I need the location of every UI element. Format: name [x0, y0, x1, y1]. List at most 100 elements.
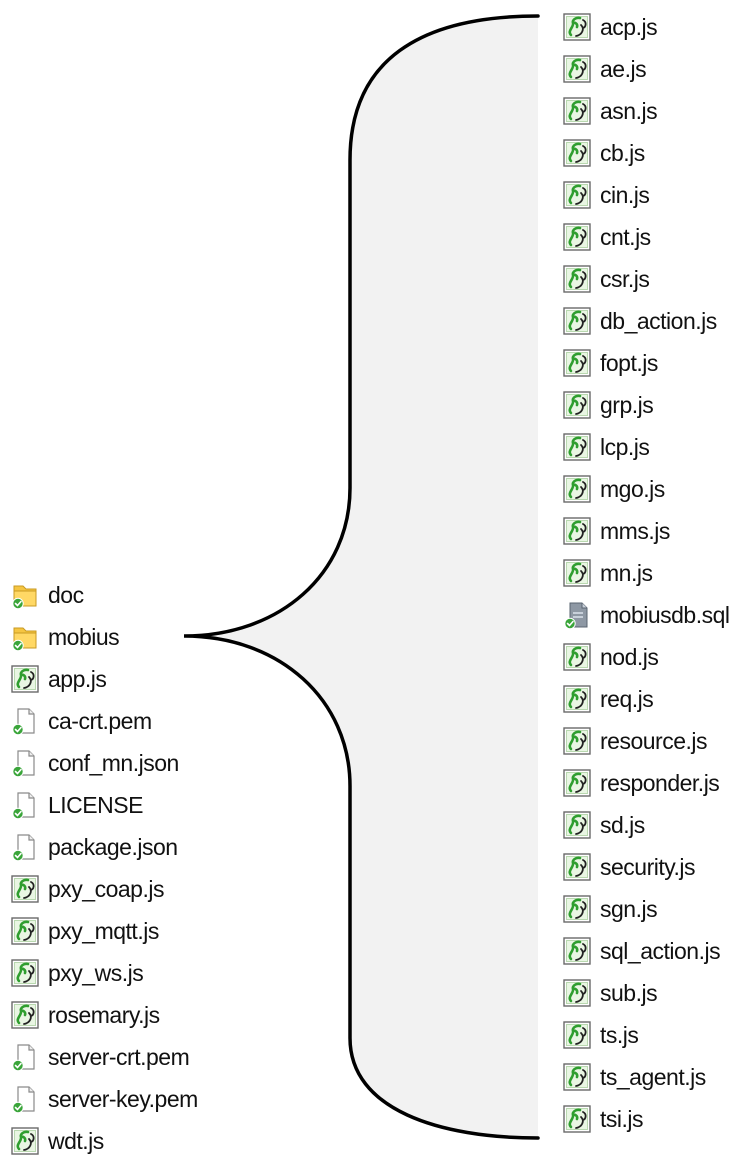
file-item[interactable]: sd.js: [562, 804, 730, 846]
script-icon: [562, 978, 592, 1008]
file-name: doc: [48, 581, 84, 608]
file-item[interactable]: mn.js: [562, 552, 730, 594]
folder-icon: [10, 622, 40, 652]
file-item[interactable]: resource.js: [562, 720, 730, 762]
file-item[interactable]: package.json: [10, 826, 198, 868]
file-name: csr.js: [600, 265, 650, 292]
file-item[interactable]: cb.js: [562, 132, 730, 174]
file-item[interactable]: mms.js: [562, 510, 730, 552]
script-icon: [10, 916, 40, 946]
file-icon: [10, 706, 40, 736]
file-item[interactable]: ca-crt.pem: [10, 700, 198, 742]
file-item[interactable]: ts.js: [562, 1014, 730, 1056]
file-item[interactable]: asn.js: [562, 90, 730, 132]
file-item[interactable]: server-key.pem: [10, 1078, 198, 1120]
file-item[interactable]: security.js: [562, 846, 730, 888]
file-name: mn.js: [600, 559, 653, 586]
script-icon: [562, 180, 592, 210]
file-name: LICENSE: [48, 791, 143, 818]
file-item[interactable]: sql_action.js: [562, 930, 730, 972]
script-icon: [10, 874, 40, 904]
mobius-folder-file-list: acp.js ae.js asn.js cb.js cin.js cnt.js csr.js…: [562, 6, 730, 1140]
script-icon: [10, 958, 40, 988]
script-icon: [562, 138, 592, 168]
file-item[interactable]: fopt.js: [562, 342, 730, 384]
file-name: wdt.js: [48, 1127, 104, 1154]
file-name: acp.js: [600, 13, 658, 40]
script-icon: [562, 894, 592, 924]
file-name: mgo.js: [600, 475, 665, 502]
file-item[interactable]: acp.js: [562, 6, 730, 48]
script-icon: [562, 558, 592, 588]
file-item[interactable]: nod.js: [562, 636, 730, 678]
folder-icon: [10, 580, 40, 610]
file-item[interactable]: csr.js: [562, 258, 730, 300]
file-name: responder.js: [600, 769, 720, 796]
file-item[interactable]: grp.js: [562, 384, 730, 426]
file-item[interactable]: lcp.js: [562, 426, 730, 468]
file-name: pxy_mqtt.js: [48, 917, 159, 944]
file-item[interactable]: mgo.js: [562, 468, 730, 510]
script-icon: [562, 474, 592, 504]
file-name: sub.js: [600, 979, 658, 1006]
script-icon: [562, 306, 592, 336]
script-icon: [562, 726, 592, 756]
file-item[interactable]: ts_agent.js: [562, 1056, 730, 1098]
file-item[interactable]: sgn.js: [562, 888, 730, 930]
file-name: pxy_coap.js: [48, 875, 164, 902]
file-name: security.js: [600, 853, 696, 880]
file-icon: [10, 1084, 40, 1114]
file-item[interactable]: tsi.js: [562, 1098, 730, 1140]
file-item[interactable]: mobius: [10, 616, 198, 658]
file-item[interactable]: req.js: [562, 678, 730, 720]
file-item[interactable]: cin.js: [562, 174, 730, 216]
file-name: grp.js: [600, 391, 654, 418]
file-name: ae.js: [600, 55, 647, 82]
file-name: mobius: [48, 623, 120, 650]
file-icon: [10, 1042, 40, 1072]
file-name: sql_action.js: [600, 937, 721, 964]
file-name: sgn.js: [600, 895, 658, 922]
file-item[interactable]: LICENSE: [10, 784, 198, 826]
file-name: lcp.js: [600, 433, 650, 460]
file-item[interactable]: doc: [10, 574, 198, 616]
file-item[interactable]: pxy_ws.js: [10, 952, 198, 994]
file-icon: [10, 790, 40, 820]
file-item[interactable]: db_action.js: [562, 300, 730, 342]
file-item[interactable]: rosemary.js: [10, 994, 198, 1036]
file-name: mobiusdb.sql: [600, 601, 730, 628]
script-icon: [562, 810, 592, 840]
file-item[interactable]: app.js: [10, 658, 198, 700]
script-icon: [562, 222, 592, 252]
file-name: cnt.js: [600, 223, 651, 250]
brace-shape: [184, 16, 538, 1138]
script-icon: [562, 768, 592, 798]
file-name: pxy_ws.js: [48, 959, 144, 986]
file-item[interactable]: conf_mn.json: [10, 742, 198, 784]
file-name: fopt.js: [600, 349, 658, 376]
file-item[interactable]: server-crt.pem: [10, 1036, 198, 1078]
script-icon: [562, 852, 592, 882]
file-icon: [10, 748, 40, 778]
file-item[interactable]: pxy_coap.js: [10, 868, 198, 910]
file-item[interactable]: pxy_mqtt.js: [10, 910, 198, 952]
script-icon: [562, 1062, 592, 1092]
script-icon: [562, 642, 592, 672]
file-name: mms.js: [600, 517, 670, 544]
file-name: cb.js: [600, 139, 645, 166]
script-icon: [562, 432, 592, 462]
file-item[interactable]: sub.js: [562, 972, 730, 1014]
sql-file-icon: [562, 600, 592, 630]
file-name: sd.js: [600, 811, 645, 838]
file-item[interactable]: responder.js: [562, 762, 730, 804]
file-item[interactable]: cnt.js: [562, 216, 730, 258]
script-icon: [10, 1126, 40, 1156]
script-icon: [562, 390, 592, 420]
file-item[interactable]: ae.js: [562, 48, 730, 90]
file-name: resource.js: [600, 727, 707, 754]
script-icon: [562, 12, 592, 42]
file-name: ca-crt.pem: [48, 707, 152, 734]
file-name: ts_agent.js: [600, 1063, 706, 1090]
file-item[interactable]: mobiusdb.sql: [562, 594, 730, 636]
file-name: asn.js: [600, 97, 658, 124]
